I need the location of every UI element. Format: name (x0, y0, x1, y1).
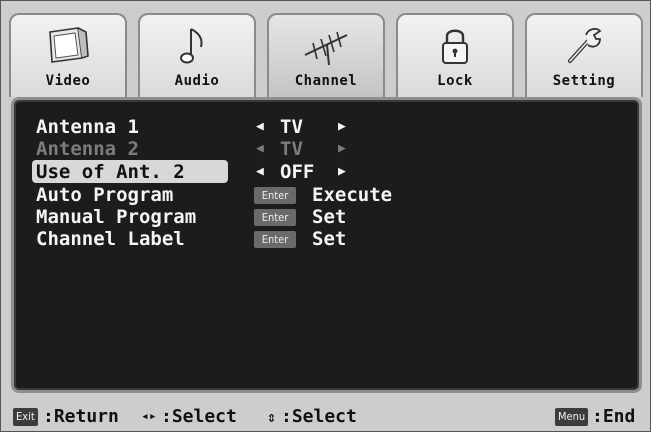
menu-item-use-of-ant-2[interactable]: Use of Ant. 2 ◀ OFF ▶ (32, 160, 632, 183)
left-right-select-text: :Select (161, 406, 237, 427)
left-arrow-icon[interactable]: ◀ (256, 116, 264, 138)
left-arrow-icon[interactable]: ◀ (256, 161, 264, 183)
tab-label: Lock (437, 73, 473, 89)
antenna-1-value: TV (280, 116, 303, 138)
menu-key-icon: Menu (555, 408, 589, 426)
right-arrow-icon[interactable]: ▶ (338, 116, 346, 138)
menu-item-antenna-2: Antenna 2 ◀ TV ▶ (32, 138, 632, 160)
tab-setting[interactable]: Setting (525, 13, 643, 97)
enter-key-icon: Enter (254, 187, 296, 204)
tab-label: Setting (552, 73, 616, 89)
menu-item-label: Channel Label (36, 228, 185, 250)
channel-label-action: Set (312, 228, 347, 250)
right-arrow-icon[interactable]: ▶ (338, 161, 346, 183)
tab-label: Video (45, 73, 91, 89)
menu-item-auto-program[interactable]: Auto Program Enter Execute (32, 184, 632, 206)
channel-menu-panel: Antenna 1 ◀ TV ▶ Antenna 2 ◀ TV ▶ Use of… (11, 97, 642, 393)
end-help-text: :End (592, 406, 636, 427)
up-down-arrows-icon: ⇕ (267, 408, 277, 426)
wrench-icon (527, 25, 641, 67)
up-down-select-text: :Select (281, 406, 357, 427)
use-of-ant-2-value: OFF (280, 161, 315, 183)
menu-item-label: Antenna 2 (36, 138, 139, 160)
left-right-arrows-icon: ◂▸ (141, 409, 157, 424)
tab-channel[interactable]: Channel (267, 13, 385, 97)
enter-key-icon: Enter (254, 209, 296, 226)
tab-audio[interactable]: Audio (138, 13, 256, 97)
right-arrow-icon: ▶ (338, 141, 346, 156)
enter-key-icon: Enter (254, 231, 296, 248)
manual-program-action: Set (312, 206, 347, 228)
tv-screen-icon (11, 25, 125, 67)
auto-program-action: Execute (312, 184, 393, 206)
padlock-icon (398, 25, 512, 67)
tab-bar: Video Audio Channel Lock Setting (9, 13, 643, 97)
tab-label: Audio (174, 73, 220, 89)
tab-video[interactable]: Video (9, 13, 127, 97)
menu-item-label: Use of Ant. 2 (36, 161, 185, 183)
menu-item-channel-label[interactable]: Channel Label Enter Set (32, 228, 632, 250)
exit-key-icon: Exit (13, 408, 38, 426)
menu-item-antenna-1[interactable]: Antenna 1 ◀ TV ▶ (32, 116, 632, 138)
tab-label: Channel (294, 73, 358, 89)
menu-item-label: Antenna 1 (36, 116, 139, 138)
tab-lock[interactable]: Lock (396, 13, 514, 97)
help-bar: Exit :Return ◂▸ :Select ⇕ :Select Menu :… (9, 405, 643, 429)
menu-item-label: Auto Program (36, 184, 174, 206)
left-arrow-icon: ◀ (256, 141, 264, 156)
music-note-icon (140, 25, 254, 67)
antenna-icon (269, 25, 383, 67)
tv-osd-frame: Video Audio Channel Lock Setting Antenna… (0, 0, 651, 432)
menu-item-manual-program[interactable]: Manual Program Enter Set (32, 206, 632, 228)
antenna-2-value: TV (280, 138, 303, 160)
return-help-text: :Return (43, 406, 119, 427)
menu-item-label: Manual Program (36, 206, 197, 228)
